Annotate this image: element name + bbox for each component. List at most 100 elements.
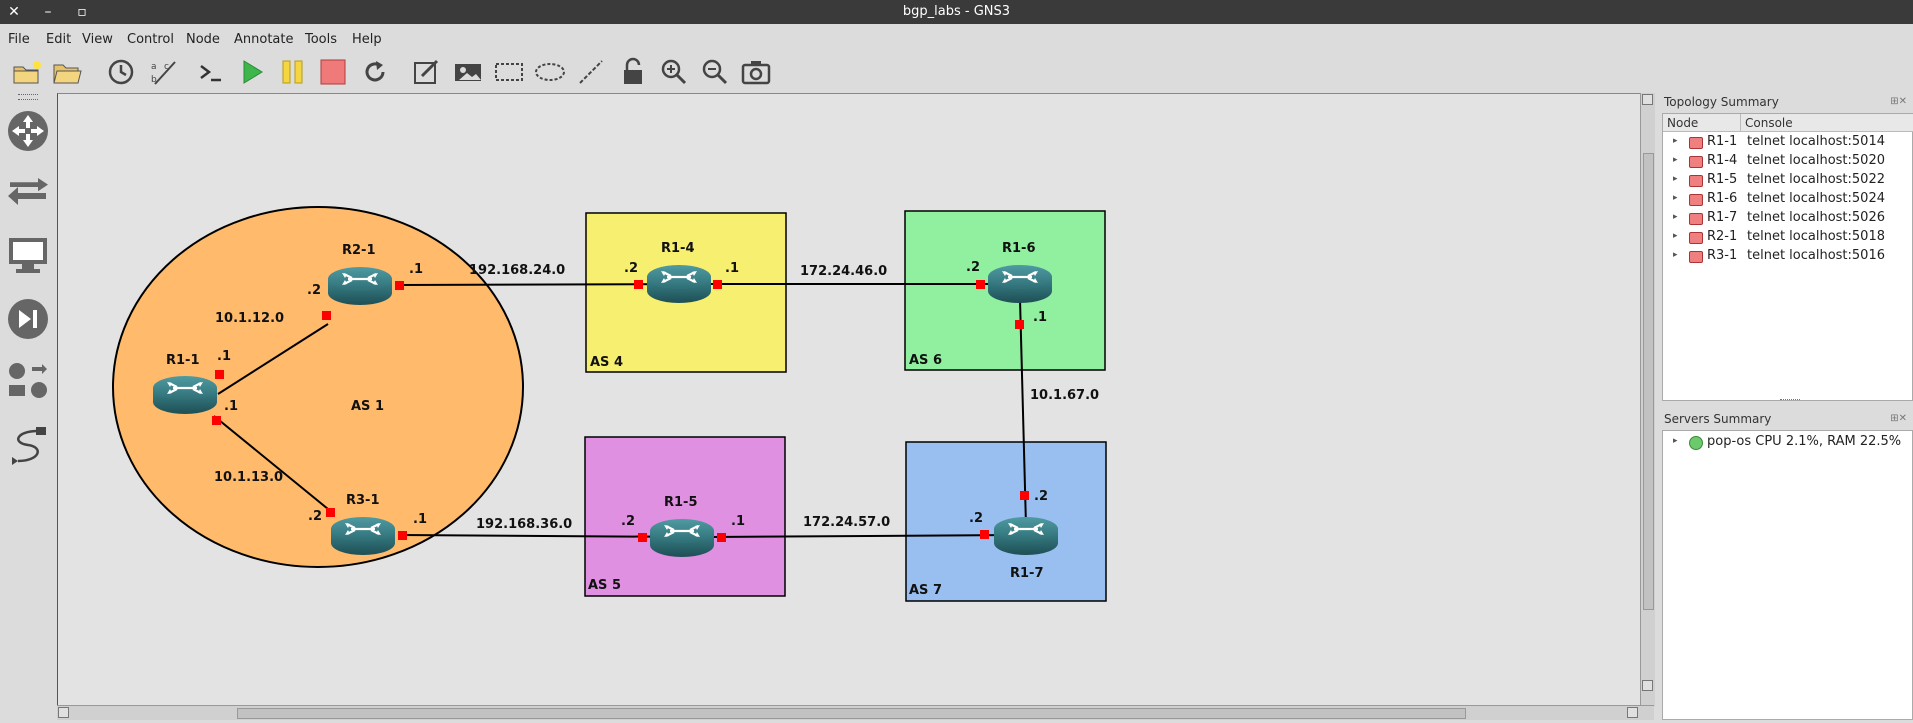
menu-node[interactable]: Node xyxy=(186,32,220,47)
topology-node-row[interactable]: ▸ R1-4 telnet localhost:5020 xyxy=(1663,152,1913,171)
menu-control[interactable]: Control xyxy=(127,32,174,47)
node-label-r3-1[interactable]: R3-1 xyxy=(346,493,380,508)
panel-splitter[interactable] xyxy=(1780,399,1800,403)
topology-node-row[interactable]: ▸ R1-7 telnet localhost:5026 xyxy=(1663,209,1913,228)
port-marker[interactable] xyxy=(395,281,404,290)
menu-annotate[interactable]: Annotate xyxy=(234,32,293,47)
menu-view[interactable]: View xyxy=(82,32,113,47)
node-label-r1-4[interactable]: R1-4 xyxy=(661,241,695,256)
panel-float-icon[interactable]: ⊞✕ xyxy=(1890,413,1907,424)
zoom-in-icon[interactable] xyxy=(657,55,691,89)
menu-file[interactable]: File xyxy=(8,32,30,47)
draw-line-icon[interactable] xyxy=(574,55,608,89)
open-project-icon[interactable] xyxy=(50,55,84,89)
interface-label: .2 xyxy=(966,260,980,275)
browse-end-devices-icon[interactable] xyxy=(5,232,51,278)
port-marker[interactable] xyxy=(326,508,335,517)
port-marker[interactable] xyxy=(1020,491,1029,500)
router-r2-1-icon[interactable] xyxy=(326,265,394,307)
topology-node-row[interactable]: ▸ R3-1 telnet localhost:5016 xyxy=(1663,247,1913,266)
port-marker[interactable] xyxy=(215,370,224,379)
browse-switches-icon[interactable] xyxy=(5,170,51,216)
browse-security-devices-icon[interactable] xyxy=(5,296,51,342)
router-r1-6-icon[interactable] xyxy=(986,263,1054,305)
zoom-out-icon[interactable] xyxy=(698,55,732,89)
network-label-10-1-12-0: 10.1.12.0 xyxy=(215,311,284,326)
suspend-all-icon[interactable] xyxy=(276,55,310,89)
insert-picture-icon[interactable] xyxy=(451,55,485,89)
add-link-icon[interactable] xyxy=(5,422,51,468)
scroll-down-arrow[interactable] xyxy=(1642,680,1653,691)
expand-arrow-icon[interactable]: ▸ xyxy=(1673,231,1678,241)
expand-arrow-icon[interactable]: ▸ xyxy=(1673,436,1678,446)
as5-area[interactable] xyxy=(584,436,786,597)
port-marker[interactable] xyxy=(322,311,331,320)
interface-label: .2 xyxy=(624,261,638,276)
port-marker[interactable] xyxy=(717,533,726,542)
expand-arrow-icon[interactable]: ▸ xyxy=(1673,136,1678,146)
expand-arrow-icon[interactable]: ▸ xyxy=(1673,250,1678,260)
topology-node-row[interactable]: ▸ R2-1 telnet localhost:5018 xyxy=(1663,228,1913,247)
node-label-r2-1[interactable]: R2-1 xyxy=(342,243,376,258)
router-r1-7-icon[interactable] xyxy=(992,515,1060,557)
panel-float-icon[interactable]: ⊞✕ xyxy=(1890,96,1907,107)
topology-canvas[interactable]: AS 1 AS 4 AS 6 AS 5 AS 7 R1-1 R2-1 R3-1 … xyxy=(57,93,1641,708)
expand-arrow-icon[interactable]: ▸ xyxy=(1673,212,1678,222)
snapshot-icon[interactable] xyxy=(104,55,138,89)
draw-rectangle-icon[interactable] xyxy=(492,55,526,89)
menu-edit[interactable]: Edit xyxy=(46,32,71,47)
port-marker[interactable] xyxy=(713,280,722,289)
draw-ellipse-icon[interactable] xyxy=(533,55,567,89)
reload-all-icon[interactable] xyxy=(358,55,392,89)
router-r1-5-icon[interactable] xyxy=(648,517,716,559)
lock-items-icon[interactable] xyxy=(616,55,650,89)
browse-all-devices-icon[interactable] xyxy=(5,358,51,404)
menu-help[interactable]: Help xyxy=(352,32,382,47)
canvas-vertical-scrollbar[interactable] xyxy=(1640,93,1655,707)
port-marker[interactable] xyxy=(638,533,647,542)
scroll-left-arrow[interactable] xyxy=(58,707,69,718)
port-marker[interactable] xyxy=(976,280,985,289)
router-r1-1-icon[interactable] xyxy=(151,374,219,416)
node-label-r1-6[interactable]: R1-6 xyxy=(1002,241,1036,256)
new-project-icon[interactable] xyxy=(10,55,44,89)
scroll-up-arrow[interactable] xyxy=(1642,94,1653,105)
topology-node-row[interactable]: ▸ R1-5 telnet localhost:5022 xyxy=(1663,171,1913,190)
start-all-icon[interactable] xyxy=(235,55,269,89)
canvas-horizontal-scrollbar[interactable] xyxy=(57,705,1654,720)
svg-text:a: a xyxy=(151,62,157,72)
port-marker[interactable] xyxy=(212,416,221,425)
port-marker[interactable] xyxy=(980,530,989,539)
node-console: telnet localhost:5022 xyxy=(1747,172,1885,187)
vertical-scroll-thumb[interactable] xyxy=(1643,153,1654,610)
topology-node-row[interactable]: ▸ R1-1 telnet localhost:5014 xyxy=(1663,133,1913,152)
router-r3-1-icon[interactable] xyxy=(329,515,397,557)
show-interface-labels-icon[interactable]: acb xyxy=(146,55,180,89)
node-label-r1-1[interactable]: R1-1 xyxy=(166,353,200,368)
console-all-icon[interactable] xyxy=(194,55,228,89)
expand-arrow-icon[interactable]: ▸ xyxy=(1673,174,1678,184)
port-marker[interactable] xyxy=(634,280,643,289)
screenshot-icon[interactable] xyxy=(739,55,773,89)
server-status-text: pop-os CPU 2.1%, RAM 22.5% xyxy=(1707,434,1902,449)
column-header-node[interactable]: Node xyxy=(1663,114,1741,132)
server-row[interactable]: ▸ pop-os CPU 2.1%, RAM 22.5% xyxy=(1663,433,1913,452)
expand-arrow-icon[interactable]: ▸ xyxy=(1673,155,1678,165)
port-marker[interactable] xyxy=(398,531,407,540)
node-label-r1-7[interactable]: R1-7 xyxy=(1010,566,1044,581)
column-header-console[interactable]: Console xyxy=(1741,114,1913,132)
topology-node-row[interactable]: ▸ R1-6 telnet localhost:5024 xyxy=(1663,190,1913,209)
scroll-right-arrow[interactable] xyxy=(1627,707,1638,718)
menu-tools[interactable]: Tools xyxy=(305,32,337,47)
router-r1-4-icon[interactable] xyxy=(645,263,713,305)
node-label-r1-5[interactable]: R1-5 xyxy=(664,495,698,510)
add-note-icon[interactable] xyxy=(410,55,444,89)
toolbar-grip[interactable] xyxy=(18,94,38,100)
servers-summary-tree[interactable]: ▸ pop-os CPU 2.1%, RAM 22.5% xyxy=(1662,430,1913,720)
browse-routers-icon[interactable] xyxy=(5,108,51,154)
horizontal-scroll-thumb[interactable] xyxy=(237,708,1466,719)
topology-summary-tree[interactable]: Node Console ▸ R1-1 telnet localhost:5014 ▸… xyxy=(1662,113,1913,401)
port-marker[interactable] xyxy=(1015,320,1024,329)
expand-arrow-icon[interactable]: ▸ xyxy=(1673,193,1678,203)
stop-all-icon[interactable] xyxy=(316,55,350,89)
